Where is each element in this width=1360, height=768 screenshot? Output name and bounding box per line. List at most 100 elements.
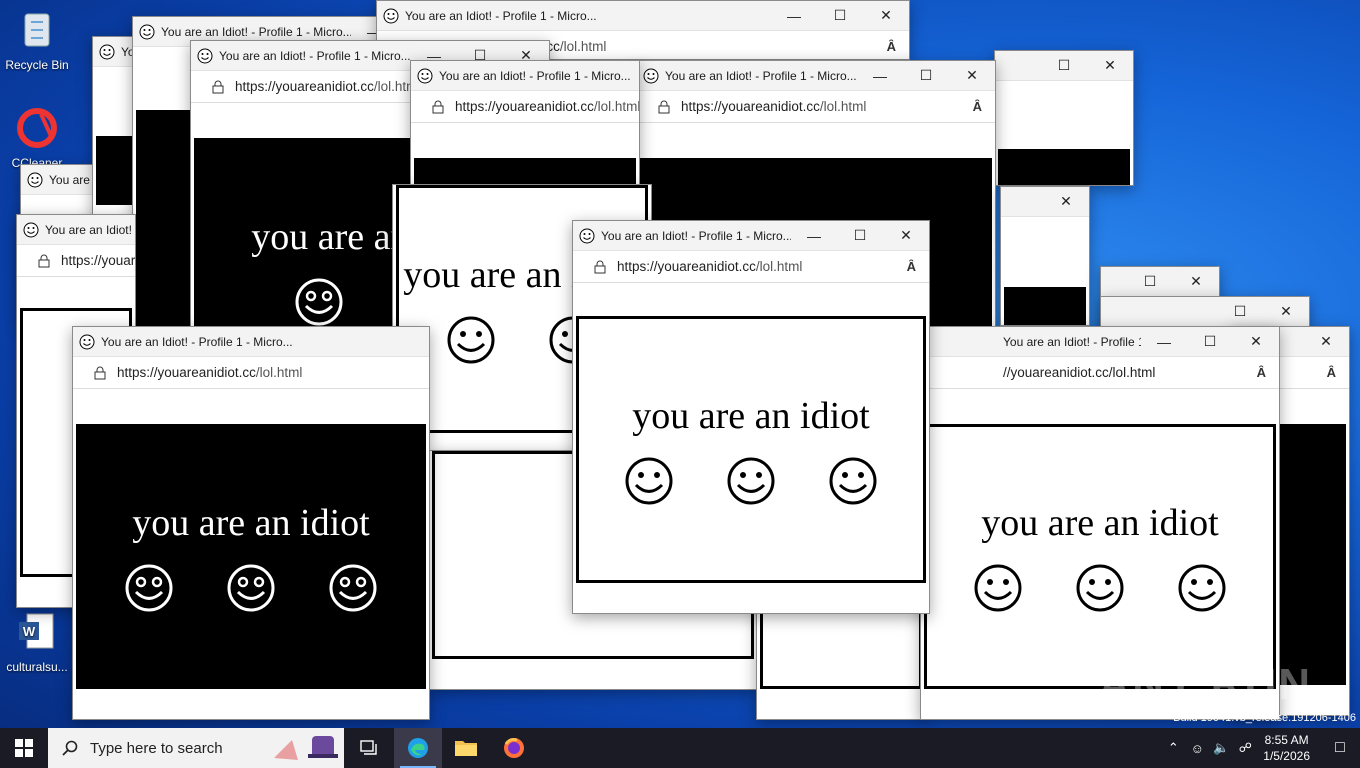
- taskbar-search-box[interactable]: Type here to search: [48, 728, 344, 768]
- address-bar[interactable]: https://youareanidiot.cc/lol.html: [411, 91, 639, 123]
- desktop-icon-culturalsu[interactable]: W culturalsu...: [0, 610, 74, 674]
- window-title: You are an Idiot!: [45, 222, 132, 237]
- window-title: You are an Idiot! - Profile 1 - Micro...: [219, 48, 411, 63]
- maximize-button[interactable]: ☐: [1127, 267, 1173, 297]
- url-text: //youareanidiot.cc/lol.html: [1003, 365, 1156, 380]
- search-icon: [62, 740, 78, 756]
- title-bar[interactable]: You are an Idiot! - Profile 1 - Micro...: [73, 327, 429, 357]
- title-bar[interactable]: ✕: [1001, 187, 1089, 217]
- read-aloud-icon[interactable]: Ȃ: [1327, 365, 1336, 380]
- notification-icon[interactable]: □: [1320, 739, 1360, 757]
- watermark: ANY RUN: [1098, 660, 1312, 709]
- read-aloud-icon[interactable]: Ȃ: [1257, 365, 1266, 380]
- minimize-button[interactable]: —: [771, 1, 817, 31]
- minimize-button[interactable]: —: [1141, 327, 1187, 357]
- taskbar: Type here to search ⌃ ☺ 🔈 ☍ 8:55 AM 1/5/…: [0, 728, 1360, 768]
- window-title: You are an Idiot! - Profile 1 - Micro...: [439, 68, 631, 83]
- page-content: [1001, 217, 1089, 325]
- smiley-row: [973, 563, 1227, 613]
- read-aloud-icon[interactable]: Ȃ: [907, 259, 916, 274]
- address-bar[interactable]: https://youareanidiot.cc: [17, 245, 135, 277]
- idiot-message: you are an idiot: [132, 501, 370, 544]
- maximize-button[interactable]: ☐: [1187, 327, 1233, 357]
- people-icon[interactable]: ☺: [1185, 741, 1209, 756]
- file-explorer-taskbar-button[interactable]: [442, 728, 490, 768]
- smiley-face-icon: [974, 564, 1022, 611]
- smiley-face-icon: [829, 457, 877, 504]
- page-content: you are an idiot: [73, 390, 429, 719]
- close-button[interactable]: ✕: [1173, 267, 1219, 297]
- firefox-taskbar-button[interactable]: [490, 728, 538, 768]
- smiley-icon: [643, 68, 659, 83]
- lock-icon: [212, 80, 224, 93]
- close-button[interactable]: ✕: [949, 61, 995, 91]
- volume-icon[interactable]: 🔈: [1209, 740, 1233, 756]
- idiot-page: you are an idiot: [924, 424, 1276, 689]
- desktop-icon-label: Recycle Bin: [5, 58, 69, 72]
- chevron-up-icon[interactable]: ⌃: [1161, 740, 1185, 756]
- close-button[interactable]: ✕: [1303, 327, 1349, 357]
- url-text: https://youareanidiot.cc/lol.html: [681, 99, 867, 114]
- recycle-bin-icon: [24, 13, 50, 47]
- maximize-button[interactable]: ☐: [1217, 297, 1263, 327]
- close-button[interactable]: ✕: [1087, 51, 1133, 81]
- title-bar[interactable]: ☐ ✕: [1101, 267, 1219, 297]
- desktop-icon-recycle-bin[interactable]: Recycle Bin: [0, 8, 74, 72]
- read-aloud-icon[interactable]: Ȃ: [887, 39, 896, 54]
- smiley-face-icon: [295, 278, 343, 325]
- maximize-button[interactable]: ☐: [837, 221, 883, 251]
- url-text: https://youareanidiot.cc/lol.html: [117, 365, 303, 380]
- lock-icon: [94, 366, 106, 379]
- popup-window-bg-10[interactable]: ✕: [1000, 186, 1090, 326]
- smiley-face-icon: [1076, 564, 1124, 611]
- system-tray: ⌃ ☺ 🔈 ☍ 8:55 AM 1/5/2026 □: [1161, 728, 1360, 768]
- task-view-button[interactable]: [346, 728, 394, 768]
- close-button[interactable]: ✕: [1263, 297, 1309, 327]
- popup-window-bg-5[interactable]: ☐ ✕: [994, 50, 1134, 186]
- address-bar[interactable]: https://youareanidiot.cc/lol.html Ȃ: [573, 251, 929, 283]
- smiley-face-icon: [227, 564, 275, 611]
- clock-date: 1/5/2026: [1263, 749, 1310, 763]
- title-bar[interactable]: You are an Idiot! - Profile 1 - Micro...…: [921, 327, 1279, 357]
- popup-window-front[interactable]: You are an Idiot! - Profile 1 - Micro...…: [572, 220, 930, 614]
- edge-taskbar-button[interactable]: [394, 728, 442, 768]
- title-bar[interactable]: You are an Idiot! - Profile 1 - Micro...…: [573, 221, 929, 251]
- title-bar[interactable]: You are an Idiot! - Profile 1 - Micro...…: [377, 1, 909, 31]
- maximize-button[interactable]: ☐: [903, 61, 949, 91]
- address-bar[interactable]: //youareanidiot.cc/lol.html Ȃ: [921, 357, 1279, 389]
- maximize-button[interactable]: ☐: [1041, 51, 1087, 81]
- title-bar[interactable]: ☐ ✕: [995, 51, 1133, 81]
- address-bar[interactable]: https://youareanidiot.cc/lol.html Ȃ: [637, 91, 995, 123]
- page-content: [995, 81, 1133, 185]
- popup-window-left-dark[interactable]: You are an Idiot! - Profile 1 - Micro...…: [72, 326, 430, 720]
- smiley-icon: [99, 44, 115, 59]
- minimize-button[interactable]: —: [857, 61, 903, 91]
- desktop-icon-ccleaner[interactable]: CCleaner: [0, 106, 74, 170]
- idiot-message: you are an idiot: [981, 501, 1219, 544]
- desktop-icon-label: culturalsu...: [6, 660, 68, 674]
- close-button[interactable]: ✕: [883, 221, 929, 251]
- word-document-icon: W: [19, 613, 54, 649]
- window-title: You are an Idiot! - Profile 1 - Micro...: [101, 334, 293, 349]
- title-bar[interactable]: You are an Idiot!: [17, 215, 135, 245]
- start-button[interactable]: [0, 728, 48, 768]
- title-bar[interactable]: You are an Idiot! - Profile 1 - Micro...…: [637, 61, 995, 91]
- close-button[interactable]: ✕: [1043, 187, 1089, 217]
- title-bar[interactable]: ☐ ✕: [1101, 297, 1309, 327]
- page-content: you are an idiot: [573, 284, 929, 613]
- address-bar[interactable]: https://youareanidiot.cc/lol.html: [73, 357, 429, 389]
- close-button[interactable]: ✕: [863, 1, 909, 31]
- search-placeholder: Type here to search: [90, 739, 223, 757]
- maximize-button[interactable]: ☐: [817, 1, 863, 31]
- smiley-row: [624, 456, 878, 506]
- smiley-face-icon: [125, 564, 173, 611]
- title-bar[interactable]: You are an Idiot! - Profile 1 - Micro...: [411, 61, 639, 91]
- network-icon[interactable]: ☍: [1233, 740, 1257, 756]
- smiley-row: [124, 563, 378, 613]
- clock[interactable]: 8:55 AM 1/5/2026: [1263, 732, 1310, 764]
- lock-icon: [594, 260, 606, 273]
- close-button[interactable]: ✕: [1233, 327, 1279, 357]
- read-aloud-icon[interactable]: Ȃ: [973, 99, 982, 114]
- minimize-button[interactable]: —: [791, 221, 837, 251]
- smiley-icon: [23, 222, 39, 237]
